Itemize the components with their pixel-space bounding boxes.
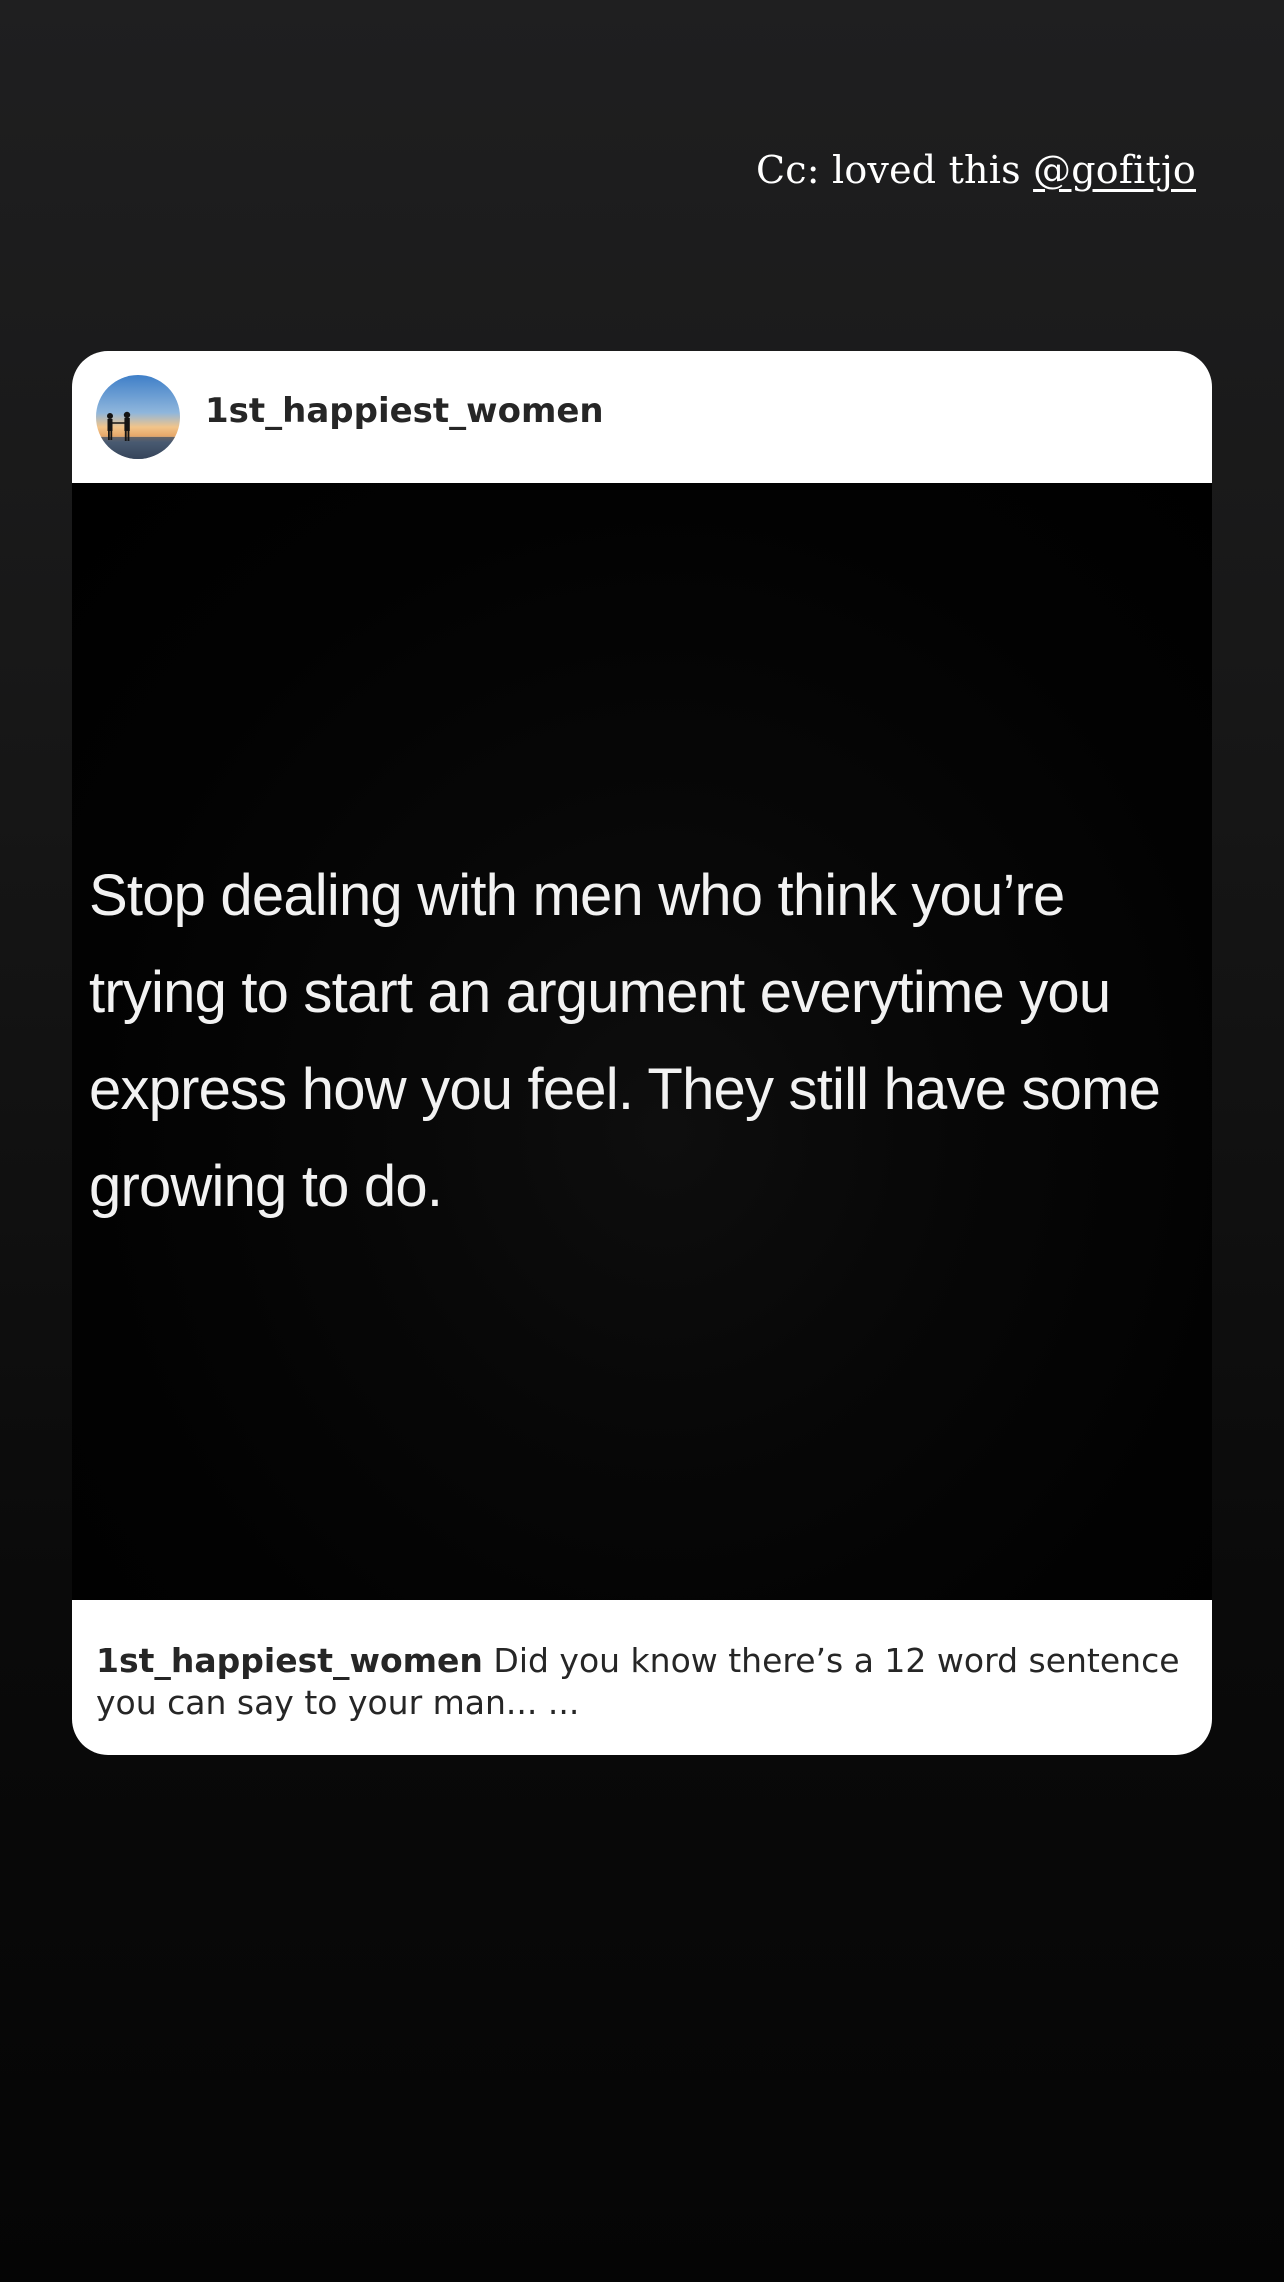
post-username[interactable]: 1st_happiest_women bbox=[205, 391, 604, 431]
caption-username[interactable]: 1st_happiest_women bbox=[96, 1641, 483, 1680]
avatar[interactable] bbox=[96, 375, 180, 459]
post-image[interactable]: Stop dealing with men who think you’re t… bbox=[72, 483, 1212, 1600]
post-footer: 1st_happiest_women Did you know there’s … bbox=[72, 1600, 1212, 1755]
avatar-sunset-couple-icon bbox=[96, 375, 180, 459]
mention-link[interactable]: @gofitjo bbox=[1033, 148, 1196, 192]
post-caption: 1st_happiest_women Did you know there’s … bbox=[96, 1640, 1186, 1724]
story-caption: Cc: loved this @gofitjo bbox=[756, 148, 1196, 192]
shared-post-card[interactable]: 1st_happiest_women Stop dealing with men… bbox=[72, 351, 1212, 1755]
quote-text: Stop dealing with men who think you’re t… bbox=[89, 863, 1161, 1219]
post-header: 1st_happiest_women bbox=[72, 351, 1212, 483]
caption-text: Cc: loved this bbox=[755, 148, 1034, 192]
